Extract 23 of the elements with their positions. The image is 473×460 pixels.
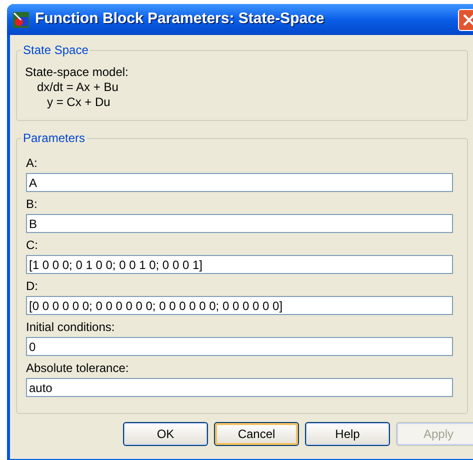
field-label: C: (26, 237, 39, 253)
input-field[interactable]: [0 0 0 0 0 0; 0 0 0 0 0 0; 0 0 0 0 0 0; 0 0 0 0 0 0] (26, 296, 453, 315)
field-label: Absolute tolerance: (26, 360, 130, 376)
input-field[interactable]: B (26, 214, 453, 233)
dialog-button[interactable]: Help (305, 422, 390, 446)
field-label: D: (26, 278, 39, 294)
group-heading: State Space (22, 42, 90, 59)
field-label: A: (26, 155, 38, 171)
field-label: Initial conditions: (26, 319, 116, 335)
input-field[interactable]: A (26, 173, 453, 192)
dialog-button[interactable]: Cancel (214, 422, 299, 446)
input-field[interactable]: 0 (26, 337, 453, 356)
block-diagram-icon (13, 12, 29, 28)
window-title: Function Block Parameters: State-Space (35, 9, 324, 30)
input-field[interactable]: [1 0 0 0; 0 1 0 0; 0 0 1 0; 0 0 0 1] (26, 255, 453, 274)
input-field[interactable]: auto (26, 378, 453, 397)
model-equation: dx/dt = Ax + Bu (36, 80, 120, 95)
model-equation: y = Cx + Du (46, 95, 112, 110)
model-equation: State-space model: (25, 65, 130, 80)
group-heading: Parameters (22, 130, 86, 147)
close-icon (463, 14, 473, 26)
field-label: B: (26, 196, 38, 212)
dialog-button[interactable]: OK (123, 422, 208, 446)
